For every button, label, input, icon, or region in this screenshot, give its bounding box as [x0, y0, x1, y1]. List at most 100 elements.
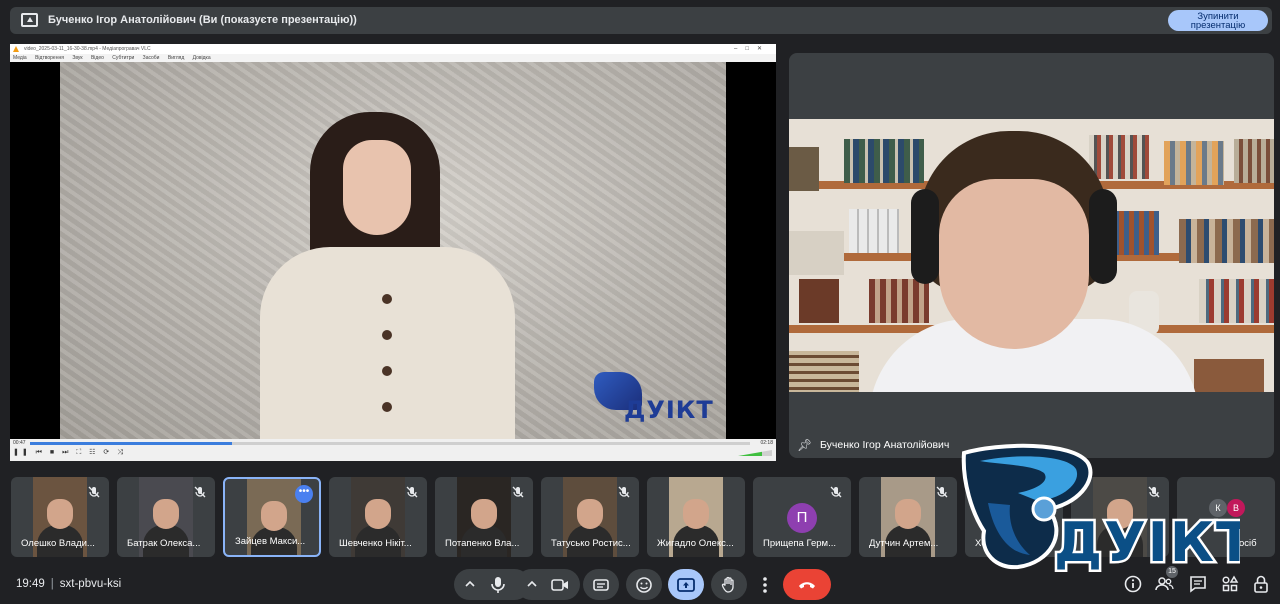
participant-avatar: П	[787, 503, 817, 533]
time-total: 02:18	[760, 440, 773, 446]
vlc-menu-item: Медіа	[13, 55, 27, 61]
captions-button[interactable]	[583, 569, 619, 600]
camera-icon[interactable]	[550, 575, 570, 595]
participant-name: Татусько Ростис...	[551, 538, 631, 549]
books	[1234, 139, 1274, 183]
volume-slider[interactable]	[738, 450, 772, 456]
cardigan-button	[382, 330, 392, 340]
participant-name: Батрак Олекса...	[127, 538, 201, 549]
vlc-menu-item: Вигляд	[167, 55, 185, 61]
video-watermark-text: ДУІКТ	[624, 396, 714, 424]
others-label: осіб	[1239, 538, 1257, 549]
books	[799, 279, 839, 323]
end-call-button[interactable]	[783, 569, 831, 600]
mic-off-icon	[936, 486, 948, 498]
vlc-window-title: video_2025-03-11_16-30-38.mp4 - Медіапро…	[24, 46, 151, 52]
participant-head	[153, 499, 179, 529]
speaker-name: Бученко Ігор Анатолійович	[820, 439, 950, 451]
raise-hand-icon	[721, 576, 734, 593]
participant-tile[interactable]: Шевченко Нікіт...	[329, 477, 427, 557]
pin-icon[interactable]: 📌︎	[797, 438, 812, 452]
participant-tile[interactable]: ••• Зайцев Макси...	[223, 477, 321, 557]
emoji-icon	[636, 577, 652, 593]
chat-icon[interactable]	[1188, 574, 1208, 594]
separator: |	[50, 578, 54, 590]
microphone-icon[interactable]	[488, 575, 508, 595]
vlc-menu-item: Звук	[72, 55, 83, 61]
speaker-face	[939, 179, 1089, 349]
cardigan-button	[382, 366, 392, 376]
participant-tile[interactable]: Олешко Влади...	[11, 477, 109, 557]
participant-head	[261, 501, 287, 531]
vlc-menu-item: Відтворення	[35, 55, 64, 61]
vlc-menu-item: Відео	[90, 55, 104, 61]
presenter-face	[343, 140, 411, 235]
participant-head	[365, 499, 391, 529]
playback-buttons[interactable]: ❚❚ ⏮ ■ ⏭ ⛶ ☷ ⟳ ⤨	[13, 448, 126, 457]
books	[1164, 141, 1224, 185]
participant-head	[577, 499, 603, 529]
participant-tile[interactable]: П Прищепа Герм...	[753, 477, 851, 557]
chevron-up-icon[interactable]	[464, 578, 476, 590]
vlc-controls: 00:47 02:18 ❚❚ ⏮ ■ ⏭ ⛶ ☷ ⟳ ⤨	[10, 439, 776, 461]
participant-head	[47, 499, 73, 529]
participant-head	[683, 499, 709, 529]
present-screen-icon	[677, 578, 695, 592]
participant-tile[interactable]: Батрак Олекса...	[117, 477, 215, 557]
participant-tile[interactable]: Дутчин Артем...	[859, 477, 957, 557]
participant-head	[471, 499, 497, 529]
participant-tile[interactable]: Татусько Ростис...	[541, 477, 639, 557]
activities-icon[interactable]	[1220, 574, 1240, 594]
seek-bar[interactable]	[30, 442, 750, 445]
seek-progress	[30, 442, 232, 445]
emoji-button[interactable]	[626, 569, 662, 600]
stop-presenting-button[interactable]: Зупинити презентацію	[1168, 10, 1268, 31]
call-end-icon	[799, 582, 815, 589]
present-button[interactable]	[668, 569, 704, 600]
participant-head	[895, 499, 921, 529]
books	[789, 231, 844, 275]
raise-hand-button[interactable]	[711, 569, 747, 600]
participant-name: Олешко Влади...	[21, 538, 95, 549]
books	[1194, 359, 1264, 392]
host-controls-icon[interactable]	[1251, 574, 1271, 594]
meeting-code: sxt-pbvu-ksi	[59, 578, 122, 590]
vlc-menu-item: Субтитри	[112, 55, 135, 61]
presenting-label: Бученко Ігор Анатолійович (Ви (показуєте…	[48, 14, 357, 26]
vlc-menubar: Медіа Відтворення Звук Відео Субтитри За…	[10, 54, 776, 62]
mic-off-icon	[618, 486, 630, 498]
time-elapsed: 00:47	[13, 440, 26, 446]
participant-count-badge: 15	[1166, 566, 1178, 578]
books	[849, 209, 899, 253]
books	[1179, 219, 1274, 263]
participant-tile[interactable]: Жигадло Олекс...	[647, 477, 745, 557]
participant-tile[interactable]: Потапенко Вла...	[435, 477, 533, 557]
speaker-video	[789, 119, 1274, 392]
present-to-all-icon	[21, 13, 38, 27]
mic-off-icon	[512, 486, 524, 498]
speaker-tile: 📌︎ Бученко Ігор Анатолійович	[789, 53, 1274, 458]
participant-name: Шевченко Нікіт...	[339, 538, 412, 549]
books	[789, 351, 859, 392]
participant-name: Прищепа Герм...	[763, 538, 837, 549]
books	[1199, 279, 1274, 323]
participant-name: Потапенко Вла...	[445, 538, 520, 549]
books	[1089, 135, 1149, 179]
logo-text: ДУІКТ	[1054, 511, 1240, 574]
tile-more-options-icon[interactable]: •••	[295, 485, 313, 503]
vlc-menu-item: Засоби	[142, 55, 160, 61]
more-options-button[interactable]	[753, 569, 777, 600]
headphones-right	[1089, 189, 1117, 284]
cardigan-button	[382, 294, 392, 304]
vlc-menu-item: Довідка	[192, 55, 211, 61]
chevron-up-icon[interactable]	[526, 578, 538, 590]
presenting-banner: Бученко Ігор Анатолійович (Ви (показуєте…	[10, 7, 1272, 34]
window-controls: –□✕	[734, 46, 770, 52]
mic-off-icon	[830, 486, 842, 498]
books	[869, 279, 929, 323]
camera-control[interactable]	[516, 569, 580, 600]
captions-icon	[593, 579, 609, 591]
info-icon[interactable]	[1123, 574, 1143, 594]
shared-screen: video_2025-03-11_16-30-38.mp4 - Медіапро…	[10, 44, 776, 461]
participant-name: Дутчин Артем...	[869, 538, 939, 549]
